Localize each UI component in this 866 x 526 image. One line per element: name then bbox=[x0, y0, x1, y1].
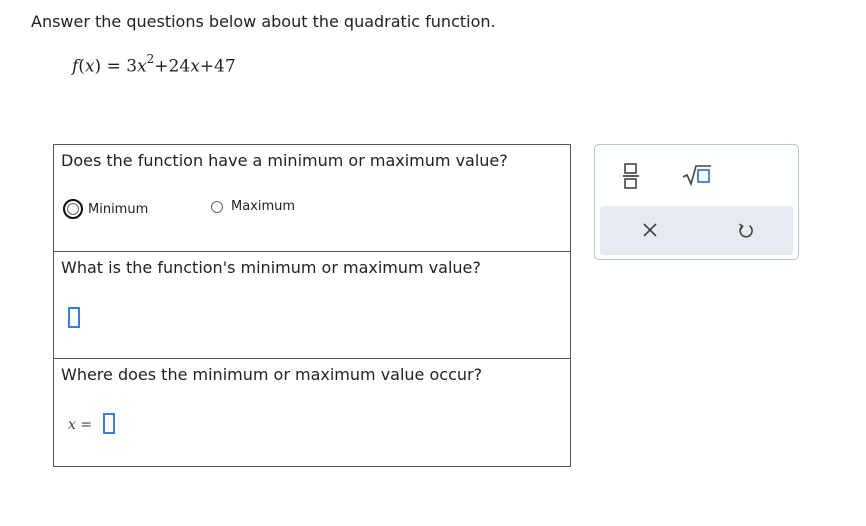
questions-table: Does the function have a minimum or maxi… bbox=[53, 144, 571, 467]
fraction-icon bbox=[623, 163, 639, 189]
toolbar-actions bbox=[600, 206, 793, 255]
fraction-button[interactable] bbox=[617, 159, 645, 193]
radio-minimum[interactable]: Minimum bbox=[63, 199, 148, 219]
min-max-radio-group: Minimum Maximum bbox=[63, 199, 563, 219]
coefficient-b: 24 bbox=[168, 56, 191, 77]
equals-sign: = bbox=[80, 417, 93, 433]
question-text-location: Where does the minimum or maximum value … bbox=[61, 365, 483, 384]
instructions-text: Answer the questions below about the qua… bbox=[31, 12, 496, 31]
x-equals-label: x = bbox=[68, 417, 92, 433]
radio-maximum-circle[interactable] bbox=[211, 200, 223, 213]
undo-button[interactable] bbox=[733, 218, 759, 244]
radio-minimum-label[interactable]: Minimum bbox=[88, 202, 148, 217]
radio-minimum-circle[interactable] bbox=[63, 199, 83, 219]
question-text-extreme-value: What is the function's minimum or maximu… bbox=[61, 258, 481, 277]
question-row-location: Where does the minimum or maximum value … bbox=[54, 359, 570, 466]
function-formula: f(x) = 3x2+24x+47 bbox=[72, 52, 236, 77]
clear-icon bbox=[643, 223, 657, 237]
undo-icon bbox=[739, 223, 753, 238]
radio-maximum[interactable]: Maximum bbox=[211, 199, 295, 214]
question-row-extreme-value: What is the function's minimum or maximu… bbox=[54, 252, 570, 359]
sqrt-icon bbox=[682, 165, 711, 186]
x-location-input[interactable] bbox=[103, 413, 115, 434]
coefficient-a: 3 bbox=[126, 56, 138, 77]
sqrt-button[interactable] bbox=[681, 161, 713, 189]
function-name: f bbox=[72, 56, 79, 77]
formula-equals: = bbox=[106, 56, 121, 77]
operator-plus-1: + bbox=[154, 56, 169, 77]
exponent: 2 bbox=[146, 52, 155, 66]
quadratic-term-variable: x bbox=[137, 56, 147, 77]
extreme-value-input[interactable] bbox=[68, 307, 80, 328]
question-row-min-max: Does the function have a minimum or maxi… bbox=[54, 145, 570, 252]
radio-maximum-label[interactable]: Maximum bbox=[231, 199, 295, 214]
operator-plus-2: + bbox=[199, 56, 215, 77]
constant-term: 47 bbox=[214, 56, 236, 77]
clear-button[interactable] bbox=[638, 218, 662, 242]
function-variable: x bbox=[84, 56, 95, 77]
math-toolbar bbox=[594, 144, 799, 260]
x-variable: x bbox=[68, 417, 76, 433]
linear-term-variable: x bbox=[190, 56, 200, 77]
question-text-min-max: Does the function have a minimum or maxi… bbox=[61, 151, 508, 170]
